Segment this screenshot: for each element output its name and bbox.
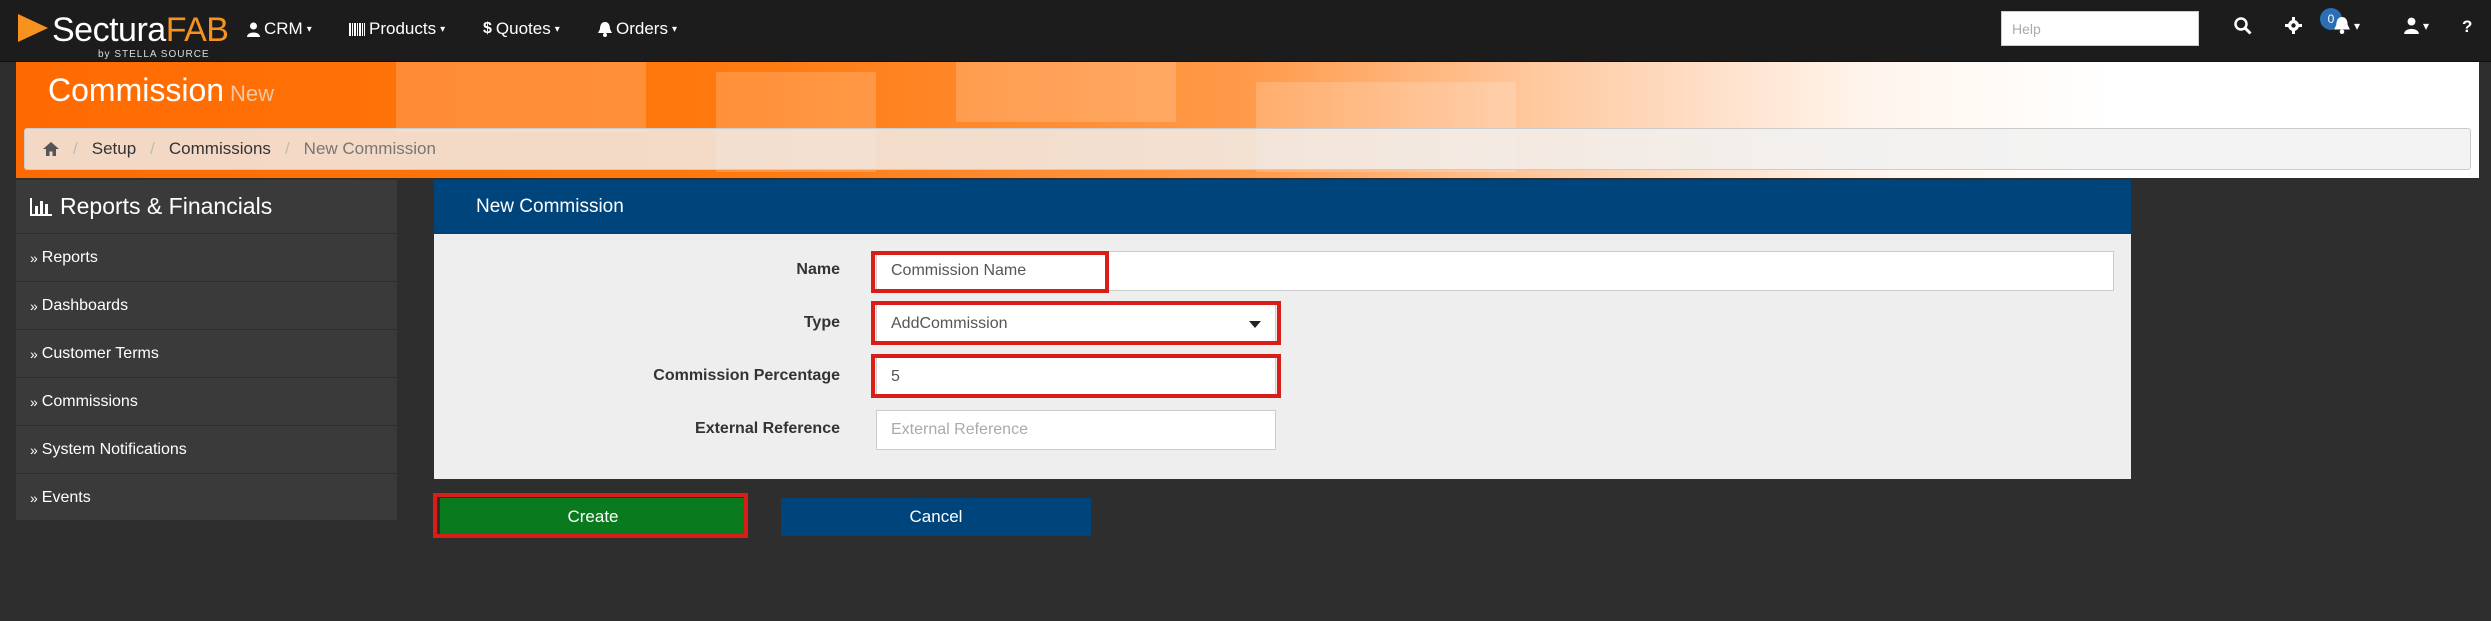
- percentage-label: Commission Percentage: [653, 367, 840, 384]
- nav-orders-label: Orders: [616, 19, 668, 38]
- sidebar-item-label: Dashboards: [41, 296, 129, 314]
- sidebar-item-dashboards[interactable]: » Dashboards: [16, 282, 397, 330]
- double-chevron-right-icon: »: [30, 345, 38, 362]
- type-label: Type: [803, 314, 840, 331]
- user-icon: [2404, 17, 2419, 34]
- breadcrumb-separator: /: [73, 139, 78, 158]
- sidebar-item-label: System Notifications: [41, 440, 187, 458]
- breadcrumb-separator: /: [150, 139, 155, 158]
- nav-orders[interactable]: Orders ▾: [598, 19, 677, 39]
- logo-arrow-icon: [18, 14, 48, 42]
- top-navbar: SecturaFAB by STELLA SOURCE CRM ▾ Product…: [0, 0, 2491, 62]
- caret-down-icon: ▾: [2423, 18, 2430, 33]
- caret-down-icon: [1249, 321, 1261, 328]
- sidebar-item-label: Reports: [41, 248, 98, 266]
- sidebar-item-label: Customer Terms: [41, 344, 159, 362]
- bell-icon: [2334, 17, 2350, 34]
- search-button[interactable]: [2234, 17, 2252, 35]
- help-button[interactable]: ?: [2462, 17, 2472, 37]
- question-icon: ?: [2462, 17, 2473, 36]
- type-select[interactable]: AddCommission: [876, 304, 1276, 344]
- sidebar-title: Reports & Financials: [16, 180, 397, 234]
- brand-tagline: by STELLA SOURCE: [98, 49, 210, 60]
- nav-quotes-label: Quotes: [495, 19, 551, 38]
- help-search-input[interactable]: [2001, 11, 2199, 46]
- double-chevron-right-icon: »: [30, 393, 38, 410]
- user-icon: [247, 22, 260, 37]
- home-icon[interactable]: [43, 142, 59, 156]
- sidebar-item-events[interactable]: » Events: [16, 474, 397, 522]
- double-chevron-right-icon: »: [30, 441, 38, 458]
- double-chevron-right-icon: »: [30, 249, 38, 266]
- external-reference-field[interactable]: External Reference: [876, 410, 1276, 450]
- name-field[interactable]: Commission Name: [876, 251, 2114, 291]
- caret-down-icon: ▾: [2354, 18, 2361, 33]
- create-button[interactable]: Create: [440, 498, 746, 536]
- dollar-icon: $: [483, 20, 492, 37]
- caret-down-icon: ▾: [554, 23, 560, 35]
- double-chevron-right-icon: »: [30, 489, 38, 506]
- breadcrumb-new-commission: New Commission: [303, 139, 436, 158]
- external-reference-placeholder: External Reference: [891, 421, 1028, 438]
- sidebar-item-label: Events: [41, 488, 91, 506]
- breadcrumb: / Setup / Commissions / New Commission: [24, 128, 2471, 170]
- percentage-field[interactable]: 5: [876, 357, 1276, 397]
- user-menu-button[interactable]: ▾: [2404, 17, 2429, 34]
- breadcrumb-commissions[interactable]: Commissions: [169, 139, 271, 159]
- nav-products-label: Products: [369, 19, 437, 38]
- double-chevron-right-icon: »: [30, 297, 38, 314]
- commission-form: Name Commission Name Type AddCommission …: [434, 234, 2131, 479]
- caret-down-icon: ▾: [440, 23, 446, 35]
- type-select-value: AddCommission: [891, 315, 1008, 332]
- sidebar: Reports & Financials » Reports » Dashboard…: [16, 180, 397, 522]
- bell-icon: [598, 21, 612, 37]
- settings-button[interactable]: [2285, 17, 2302, 34]
- nav-crm[interactable]: CRM ▾: [247, 19, 312, 39]
- sidebar-item-customer-terms[interactable]: » Customer Terms: [16, 330, 397, 378]
- caret-down-icon: ▾: [306, 23, 312, 35]
- page-subtitle: New: [230, 81, 275, 106]
- breadcrumb-setup[interactable]: Setup: [92, 139, 136, 159]
- barcode-icon: [349, 22, 365, 36]
- notifications-button[interactable]: ▾: [2334, 17, 2360, 34]
- bar-chart-icon: [30, 197, 52, 216]
- page-header-banner: Commission New / Setup / Commissions / Ne…: [16, 62, 2479, 178]
- banner-decoration: [396, 62, 646, 132]
- page-title: Commission New: [48, 72, 275, 108]
- gear-icon: [2285, 17, 2302, 34]
- nav-quotes[interactable]: $ Quotes ▾: [483, 19, 560, 39]
- sidebar-title-label: Reports & Financials: [60, 193, 273, 219]
- caret-down-icon: ▾: [671, 23, 677, 35]
- brand-logo[interactable]: SecturaFAB by STELLA SOURCE: [18, 12, 229, 60]
- breadcrumb-separator: /: [284, 139, 290, 158]
- sidebar-item-system-notifications[interactable]: » System Notifications: [16, 426, 397, 474]
- panel-title: New Commission: [434, 180, 2131, 234]
- sidebar-item-reports[interactable]: » Reports: [16, 234, 397, 282]
- search-icon: [2234, 17, 2252, 35]
- sidebar-item-label: Commissions: [41, 392, 138, 410]
- name-label: Name: [796, 261, 840, 278]
- banner-decoration: [956, 62, 1176, 122]
- nav-products[interactable]: Products ▾: [349, 19, 445, 39]
- cancel-button[interactable]: Cancel: [781, 498, 1091, 536]
- nav-crm-label: CRM: [264, 19, 303, 38]
- brand-name: SecturaFAB: [52, 11, 229, 49]
- external-reference-label: External Reference: [695, 420, 840, 437]
- sidebar-item-commissions[interactable]: » Commissions: [16, 378, 397, 426]
